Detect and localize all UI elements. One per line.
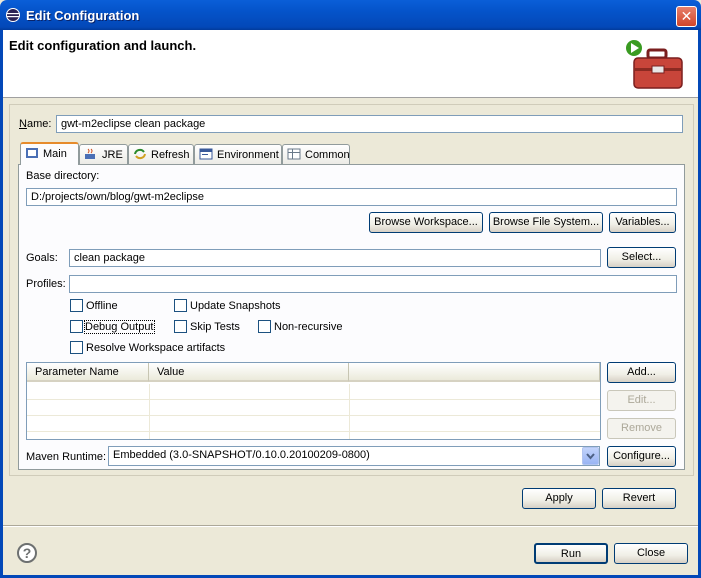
- skip-tests-checkbox[interactable]: [174, 320, 187, 333]
- browse-workspace-button[interactable]: Browse Workspace...: [369, 212, 483, 233]
- variables-button[interactable]: Variables...: [609, 212, 676, 233]
- jre-icon: [85, 148, 95, 159]
- eclipse-icon: [6, 8, 20, 22]
- debug-output-label: Debug Output: [84, 320, 155, 334]
- revert-button[interactable]: Revert: [602, 488, 676, 509]
- column-header-filler: [349, 363, 600, 382]
- browse-file-system-button[interactable]: Browse File System...: [489, 212, 603, 233]
- footer-separator: [3, 525, 698, 527]
- resolve-workspace-label: Resolve Workspace artifacts: [86, 342, 226, 354]
- close-button[interactable]: Close: [614, 543, 688, 564]
- update-snapshots-checkbox[interactable]: [174, 299, 187, 312]
- maven-runtime-select[interactable]: Embedded (3.0-SNAPSHOT/0.10.0.20100209-0…: [108, 446, 600, 466]
- run-button[interactable]: Run: [534, 543, 608, 564]
- profiles-label: Profiles:: [26, 278, 66, 290]
- non-recursive-label: Non-recursive: [274, 321, 343, 333]
- m2-icon: [26, 148, 38, 158]
- parameters-table[interactable]: Parameter Name Value: [26, 362, 601, 440]
- run-toolbox-icon: [626, 40, 683, 89]
- offline-label: Offline: [86, 300, 118, 312]
- name-input[interactable]: gwt-m2eclipse clean package: [56, 115, 683, 133]
- tab-common[interactable]: Common: [282, 144, 350, 164]
- edit-parameter-button[interactable]: Edit...: [607, 390, 676, 411]
- base-directory-input[interactable]: D:/projects/own/blog/gwt-m2eclipse: [26, 188, 677, 206]
- help-icon[interactable]: ?: [17, 543, 37, 563]
- resolve-workspace-checkbox[interactable]: [70, 341, 83, 354]
- refresh-icon: [134, 148, 146, 160]
- table-gridline: [349, 384, 350, 439]
- maven-runtime-dropdown-button[interactable]: [582, 447, 599, 465]
- close-icon: ✕: [680, 8, 693, 24]
- tab-refresh[interactable]: Refresh: [128, 144, 194, 164]
- column-header-value[interactable]: Value: [149, 363, 349, 382]
- table-gridline: [27, 415, 600, 416]
- update-snapshots-label: Update Snapshots: [190, 300, 281, 312]
- table-gridline: [27, 431, 600, 432]
- window-title: Edit Configuration: [26, 8, 140, 23]
- common-icon: [287, 148, 301, 160]
- goals-input[interactable]: clean package: [69, 249, 601, 267]
- non-recursive-checkbox[interactable]: [258, 320, 271, 333]
- environment-icon: [199, 148, 213, 160]
- remove-parameter-button[interactable]: Remove: [607, 418, 676, 439]
- debug-output-checkbox[interactable]: [70, 320, 83, 333]
- profiles-input[interactable]: [69, 275, 677, 293]
- select-goals-button[interactable]: Select...: [607, 247, 676, 268]
- tab-main[interactable]: Main: [20, 142, 79, 165]
- skip-tests-label: Skip Tests: [190, 321, 240, 333]
- add-parameter-button[interactable]: Add...: [607, 362, 676, 383]
- table-gridline: [27, 399, 600, 400]
- window-frame-left: [0, 30, 3, 578]
- name-label: Name:: [19, 118, 52, 130]
- window-close-button[interactable]: ✕: [676, 6, 697, 27]
- tab-environment[interactable]: Environment: [194, 144, 282, 164]
- apply-button[interactable]: Apply: [522, 488, 596, 509]
- base-directory-label: Base directory:: [26, 170, 100, 182]
- table-gridline: [149, 384, 150, 439]
- offline-checkbox[interactable]: [70, 299, 83, 312]
- tab-jre[interactable]: JRE: [79, 144, 128, 164]
- column-header-parameter-name[interactable]: Parameter Name: [27, 363, 149, 382]
- chevron-down-icon: [586, 453, 595, 460]
- maven-runtime-label: Maven Runtime:: [26, 451, 107, 463]
- banner-title: Edit configuration and launch.: [9, 38, 197, 53]
- goals-label: Goals:: [26, 252, 58, 264]
- configure-runtime-button[interactable]: Configure...: [607, 446, 676, 467]
